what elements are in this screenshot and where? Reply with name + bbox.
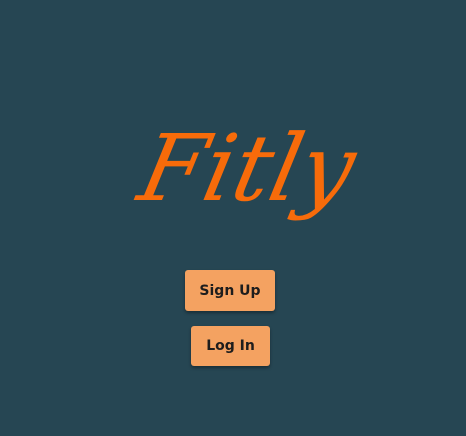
sign-up-button[interactable]: Sign Up [185, 270, 275, 311]
app-title: Fitly [128, 115, 366, 222]
log-in-button[interactable]: Log In [191, 326, 270, 366]
app-logo: Fitly [0, 100, 466, 250]
app-logo-wordmark: Fitly [128, 115, 366, 222]
